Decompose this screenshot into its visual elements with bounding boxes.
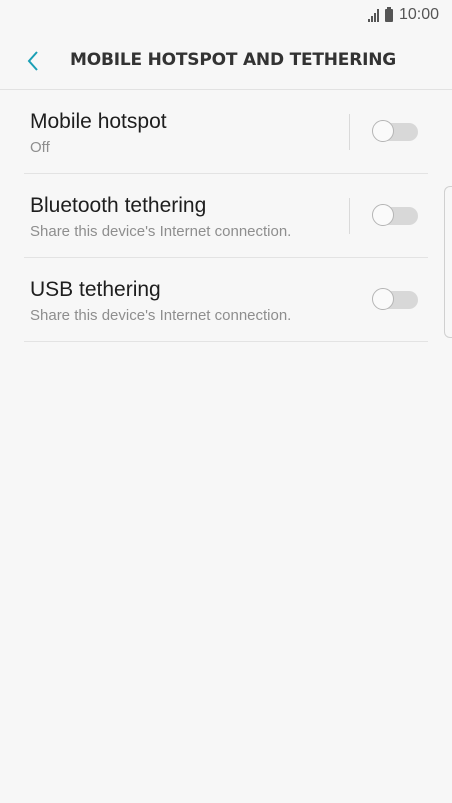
setting-row-mobile-hotspot[interactable]: Mobile hotspot Off	[24, 90, 428, 174]
bluetooth-tethering-toggle[interactable]	[372, 204, 418, 228]
settings-list: Mobile hotspot Off Bluetooth tethering S…	[24, 90, 428, 342]
setting-title: Bluetooth tethering	[30, 194, 207, 217]
back-button[interactable]	[20, 46, 50, 76]
toggle-knob	[372, 288, 394, 310]
setting-title: USB tethering	[30, 278, 161, 301]
setting-subtitle: Off	[30, 139, 50, 156]
battery-icon	[384, 6, 393, 22]
setting-row-bluetooth-tethering[interactable]: Bluetooth tethering Share this device's …	[24, 174, 428, 258]
toggle-knob	[372, 204, 394, 226]
status-time: 10:00	[398, 6, 439, 23]
setting-subtitle: Share this device's Internet connection.	[30, 223, 292, 240]
toggle-knob	[372, 120, 394, 142]
status-icons: 10:00	[367, 6, 439, 24]
page-title: MOBILE HOTSPOT AND TETHERING	[70, 50, 397, 70]
row-divider	[349, 198, 350, 234]
row-divider	[349, 114, 350, 150]
signal-icon	[367, 8, 379, 22]
setting-subtitle: Share this device's Internet connection.	[30, 307, 292, 324]
setting-title: Mobile hotspot	[30, 110, 167, 133]
chevron-left-icon	[27, 51, 38, 71]
mobile-hotspot-toggle[interactable]	[372, 120, 418, 144]
app-header: MOBILE HOTSPOT AND TETHERING	[0, 32, 452, 90]
status-bar: 10:00	[0, 0, 452, 32]
edge-panel-handle[interactable]	[444, 186, 452, 338]
usb-tethering-toggle[interactable]	[372, 288, 418, 312]
setting-row-usb-tethering[interactable]: USB tethering Share this device's Intern…	[24, 258, 428, 342]
